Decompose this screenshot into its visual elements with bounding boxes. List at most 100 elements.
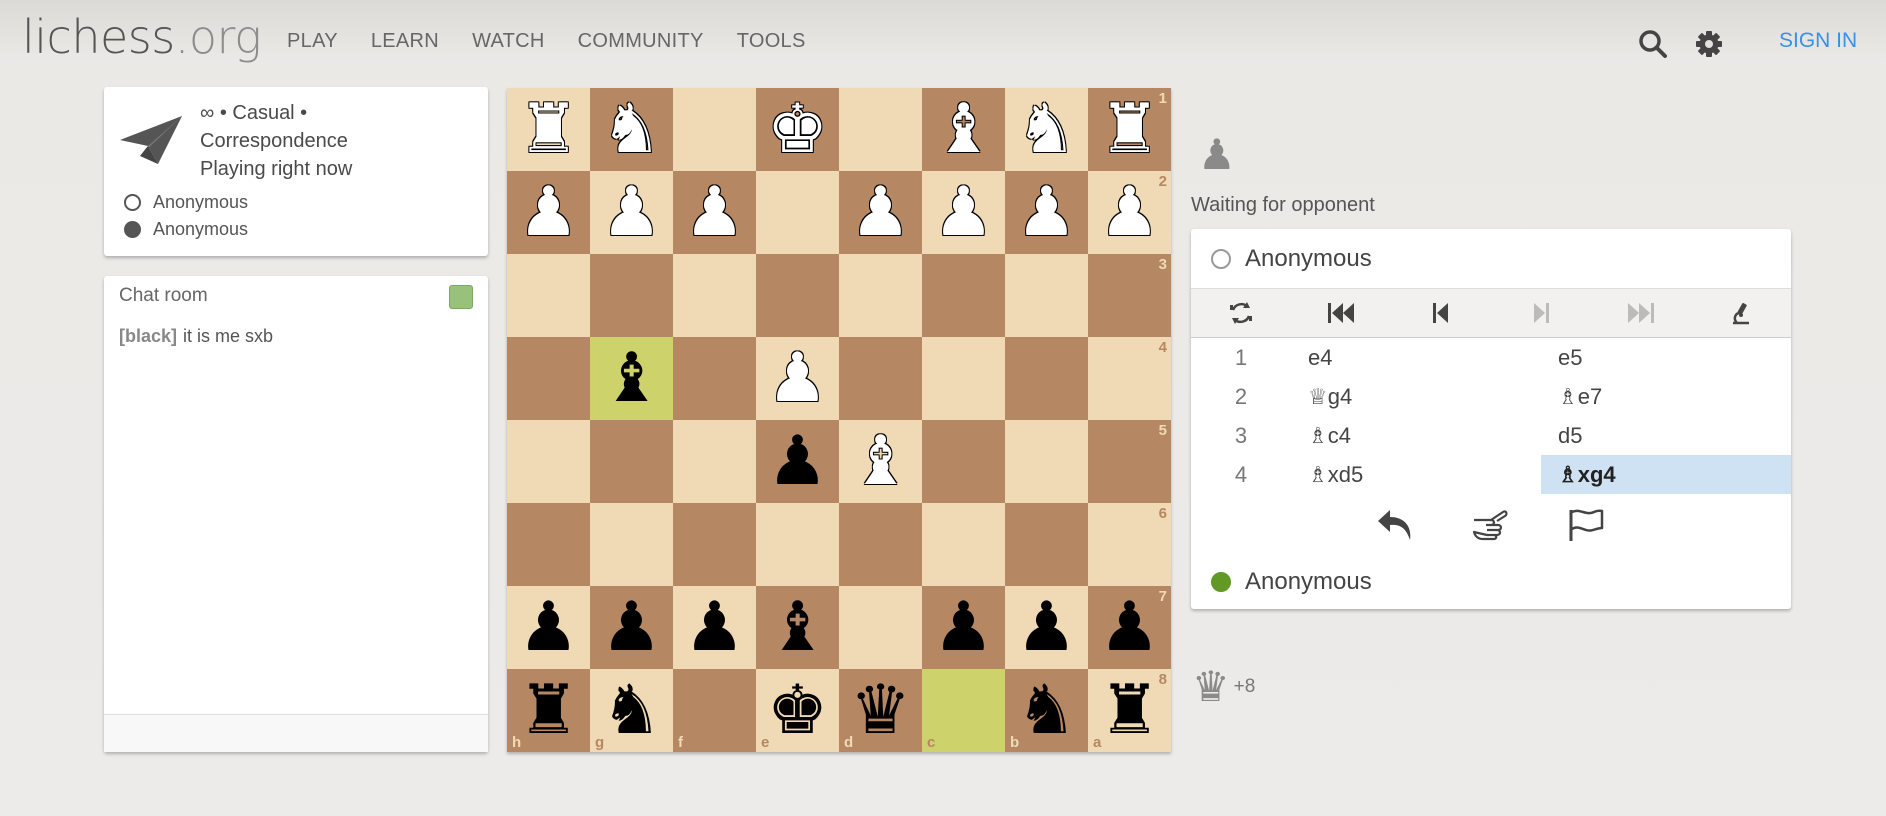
board-square[interactable]: ♞	[1005, 88, 1088, 171]
offer-draw-button[interactable]	[1444, 500, 1539, 550]
board-square[interactable]	[839, 337, 922, 420]
white-move[interactable]: e4	[1291, 338, 1541, 377]
board-square[interactable]	[507, 337, 590, 420]
white-pawn-piece[interactable]: ♟	[756, 337, 839, 420]
white-player[interactable]: Anonymous	[124, 192, 248, 213]
board-square[interactable]	[1005, 420, 1088, 503]
board-square[interactable]	[839, 254, 922, 337]
previous-move-button[interactable]	[1391, 289, 1491, 337]
board-square[interactable]	[1005, 337, 1088, 420]
black-pawn-piece[interactable]: ♟	[590, 586, 673, 669]
nav-learn[interactable]: LEARN	[371, 30, 439, 53]
nav-community[interactable]: COMMUNITY	[578, 30, 704, 53]
board-square[interactable]	[673, 337, 756, 420]
white-king-piece[interactable]: ♚	[756, 88, 839, 171]
board-square[interactable]	[839, 586, 922, 669]
board-square[interactable]: ♟ 2	[1088, 171, 1171, 254]
last-move-button[interactable]	[1591, 289, 1691, 337]
board-square[interactable]: ♝	[839, 420, 922, 503]
board-square[interactable]: ♚ e	[756, 669, 839, 752]
board-square[interactable]: ♞	[590, 88, 673, 171]
board-square[interactable]: ♟	[756, 337, 839, 420]
board-square[interactable]: 5	[1088, 420, 1171, 503]
white-move[interactable]: ♕g4	[1291, 377, 1541, 416]
board-square[interactable]: ♟	[590, 586, 673, 669]
board-square[interactable]: ♟	[756, 420, 839, 503]
resign-button[interactable]	[1539, 500, 1634, 550]
board-square[interactable]: 3	[1088, 254, 1171, 337]
nav-tools[interactable]: TOOLS	[737, 30, 806, 53]
white-pawn-piece[interactable]: ♟	[590, 171, 673, 254]
board-square[interactable]: ♜	[507, 88, 590, 171]
nav-play[interactable]: PLAY	[287, 30, 338, 53]
black-pawn-piece[interactable]: ♟	[507, 586, 590, 669]
takeback-button[interactable]	[1349, 500, 1444, 550]
search-icon[interactable]	[1638, 29, 1668, 59]
white-knight-piece[interactable]: ♞	[590, 88, 673, 171]
board-square[interactable]: ♟	[839, 171, 922, 254]
board-square[interactable]	[673, 88, 756, 171]
board-square[interactable]	[756, 254, 839, 337]
board-square[interactable]	[839, 88, 922, 171]
top-player[interactable]: Anonymous	[1211, 245, 1372, 273]
black-move[interactable]: d5	[1541, 416, 1791, 455]
board-square[interactable]	[922, 420, 1005, 503]
black-move-active[interactable]: ♗xg4	[1541, 455, 1791, 494]
board-square[interactable]: ♞ b	[1005, 669, 1088, 752]
gear-icon[interactable]	[1694, 29, 1724, 59]
chess-board[interactable]: ♜ ♞ ♚ ♝ ♞ ♜ 1 ♟ ♟ ♟ ♟ ♟ ♟ ♟ 2 3 ♝ ♟ 4 ♟ ♝ 5 6 ♟ ♟ ♟ ♝ ♟ ♟ ♟ 7 ♜ h ♞ g f ♚ e ♛ d…	[507, 88, 1171, 752]
black-player[interactable]: Anonymous	[124, 219, 248, 240]
board-square[interactable]	[1005, 503, 1088, 586]
chat-user[interactable]: [black]	[119, 326, 177, 346]
board-square[interactable]: ♟	[922, 171, 1005, 254]
black-move[interactable]: ♗e7	[1541, 377, 1791, 416]
board-square[interactable]: ♞ g	[590, 669, 673, 752]
black-pawn-piece[interactable]: ♟	[673, 586, 756, 669]
board-square[interactable]: f	[673, 669, 756, 752]
board-square[interactable]	[756, 503, 839, 586]
board-square[interactable]: ♟	[1005, 586, 1088, 669]
board-square[interactable]: ♝	[756, 586, 839, 669]
board-square[interactable]	[922, 254, 1005, 337]
black-pawn-piece[interactable]: ♟	[922, 586, 1005, 669]
black-move[interactable]: e5	[1541, 338, 1791, 377]
board-square[interactable]	[1005, 254, 1088, 337]
black-bishop-piece[interactable]: ♝	[590, 337, 673, 420]
white-pawn-piece[interactable]: ♟	[1005, 171, 1088, 254]
board-square[interactable]	[507, 254, 590, 337]
board-square[interactable]	[839, 503, 922, 586]
board-square[interactable]	[673, 254, 756, 337]
white-pawn-piece[interactable]: ♟	[839, 171, 922, 254]
chat-toggle[interactable]	[449, 285, 473, 309]
board-square[interactable]	[756, 171, 839, 254]
board-square[interactable]: ♟	[922, 586, 1005, 669]
board-square[interactable]	[673, 420, 756, 503]
board-square[interactable]	[507, 420, 590, 503]
site-logo[interactable]: lichess.org	[22, 10, 262, 64]
board-square[interactable]: ♟	[673, 171, 756, 254]
black-bishop-piece[interactable]: ♝	[756, 586, 839, 669]
black-pawn-piece[interactable]: ♟	[1005, 586, 1088, 669]
white-move[interactable]: ♗xd5	[1291, 455, 1541, 494]
board-square[interactable]: ♜ h	[507, 669, 590, 752]
board-square[interactable]: ♟	[673, 586, 756, 669]
board-square[interactable]	[922, 337, 1005, 420]
board-square[interactable]	[590, 420, 673, 503]
board-square[interactable]: ♝	[922, 88, 1005, 171]
white-pawn-piece[interactable]: ♟	[673, 171, 756, 254]
sign-in-link[interactable]: SIGN IN	[1779, 29, 1857, 53]
analysis-button[interactable]	[1691, 289, 1791, 337]
nav-watch[interactable]: WATCH	[472, 30, 545, 53]
board-square[interactable]	[673, 503, 756, 586]
board-square[interactable]: ♛ d	[839, 669, 922, 752]
board-square[interactable]: ♜ 1	[1088, 88, 1171, 171]
white-rook-piece[interactable]: ♜	[507, 88, 590, 171]
next-move-button[interactable]	[1491, 289, 1591, 337]
white-pawn-piece[interactable]: ♟	[922, 171, 1005, 254]
black-pawn-piece[interactable]: ♟	[756, 420, 839, 503]
board-square[interactable]: 6	[1088, 503, 1171, 586]
board-square[interactable]: ♟	[507, 586, 590, 669]
board-square[interactable]	[507, 503, 590, 586]
board-square[interactable]: ♟ 7	[1088, 586, 1171, 669]
white-bishop-piece[interactable]: ♝	[839, 420, 922, 503]
